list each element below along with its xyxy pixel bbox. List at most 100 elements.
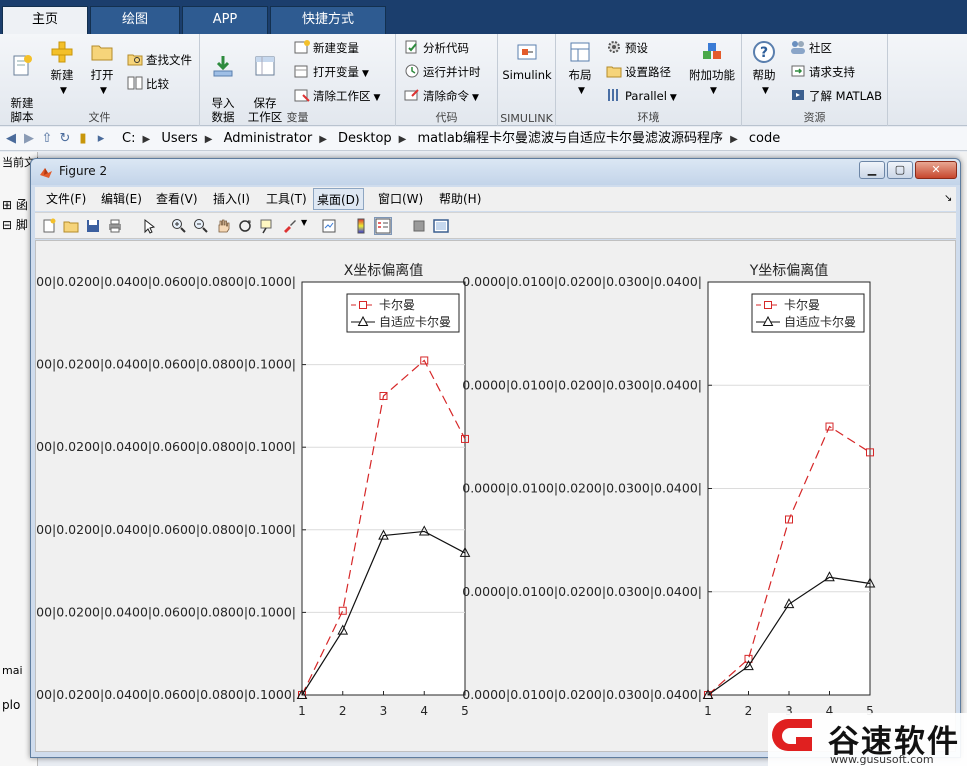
preferences-button[interactable]: 预设 — [606, 38, 648, 58]
open-variable-button[interactable]: 打开变量 ▼ — [294, 62, 369, 82]
figure-plot-area: 0.0000|0.0200|0.0400|0.0600|0.0800|0.100… — [8, 262, 876, 718]
maximize-button[interactable]: ▢ — [887, 161, 913, 179]
close-button[interactable]: ✕ — [915, 161, 957, 179]
ribbon: 新建 脚本 新建 ▼ 打开 ▼ 查找文件 比较 文件 导入 数据 保存 工作区 新建… — [0, 34, 967, 126]
chevron-right-icon: ▶ — [319, 134, 327, 145]
group-file: 新建 脚本 新建 ▼ 打开 ▼ 查找文件 比较 文件 — [0, 34, 200, 126]
menu-file[interactable]: 文件(F) — [43, 188, 89, 210]
pointer-icon[interactable] — [141, 218, 157, 234]
learn-matlab-button[interactable]: 了解 MATLAB — [790, 86, 882, 106]
simulink-label: Simulink — [502, 68, 552, 82]
editor-tab-main[interactable]: mai — [2, 664, 23, 677]
x-tick-label: 5 — [461, 704, 469, 718]
y-tick-label: 0.0000|0.0100|0.0200|0.0300|0.0400| — [462, 377, 702, 392]
community-button[interactable]: 社区 — [790, 38, 832, 58]
legend-icon[interactable] — [374, 217, 392, 235]
clear-workspace-label: 清除工作区 — [313, 89, 371, 103]
colorbar-icon[interactable] — [353, 218, 369, 234]
help-button[interactable]: ? 帮助 ▼ — [744, 40, 784, 98]
group-simulink-label: SIMULINK — [500, 112, 553, 125]
open-file-icon[interactable] — [63, 218, 79, 234]
rotate-3d-icon[interactable] — [237, 218, 253, 234]
folder-icon[interactable]: ▮ — [74, 127, 92, 151]
new-button[interactable]: 新建 ▼ — [42, 40, 82, 98]
learn-matlab-label: 了解 MATLAB — [809, 89, 883, 103]
add-ons-button[interactable]: 附加功能 ▼ — [686, 40, 738, 98]
new-figure-icon[interactable] — [41, 218, 57, 234]
brush-dropdown-icon[interactable]: ▼ — [301, 218, 317, 234]
pan-hand-icon[interactable] — [215, 218, 231, 234]
data-cursor-icon[interactable] — [259, 218, 275, 234]
compare-button[interactable]: 比较 — [127, 74, 169, 94]
clear-workspace-button[interactable]: 清除工作区 ▼ — [294, 86, 380, 106]
print-icon[interactable] — [107, 218, 123, 234]
tab-apps[interactable]: APP — [182, 6, 268, 34]
save-icon[interactable] — [85, 218, 101, 234]
group-environment-label: 环境 — [637, 111, 660, 124]
figure-titlebar[interactable]: Figure 2 ▁ ▢ ✕ — [31, 159, 960, 185]
folder-row-scripts[interactable]: ⊟ 脚 — [2, 216, 28, 233]
chevron-down-icon: ▼ — [472, 93, 479, 103]
crumb-drive[interactable]: C: — [122, 131, 135, 146]
run-and-time-label: 运行并计时 — [423, 65, 481, 79]
minimize-button[interactable]: ▁ — [859, 161, 885, 179]
tab-shortcuts[interactable]: 快捷方式 — [270, 6, 386, 34]
crumb-users[interactable]: Users — [161, 131, 197, 146]
parallel-button[interactable]: Parallel ▼ — [606, 86, 677, 106]
x-tick-label: 2 — [745, 704, 753, 718]
crumb-desktop[interactable]: Desktop — [338, 131, 392, 146]
set-path-icon — [606, 66, 622, 78]
browse-folder-icon[interactable]: ↻ — [56, 127, 74, 151]
clear-workspace-icon — [294, 89, 310, 102]
back-arrow-icon[interactable]: ◀ — [2, 127, 20, 151]
menu-insert[interactable]: 插入(I) — [210, 188, 253, 210]
request-support-button[interactable]: 请求支持 — [790, 62, 855, 82]
toolstrip-tabs: 主页 绘图 APP 快捷方式 — [0, 0, 967, 35]
find-files-label: 查找文件 — [146, 53, 192, 67]
zoom-out-icon[interactable] — [193, 218, 209, 234]
right-pane-edge — [960, 152, 967, 766]
menu-help[interactable]: 帮助(H) — [436, 188, 484, 210]
show-plot-tools-icon[interactable] — [433, 218, 449, 234]
zoom-in-icon[interactable] — [171, 218, 187, 234]
legend-entry: 卡尔曼 — [379, 297, 415, 312]
forward-arrow-icon[interactable]: ▶ — [20, 127, 38, 151]
crumb-code[interactable]: code — [749, 131, 780, 146]
clear-commands-button[interactable]: 清除命令 ▼ — [404, 86, 479, 106]
simulink-button[interactable]: Simulink — [500, 40, 554, 82]
find-files-button[interactable]: 查找文件 — [127, 50, 192, 70]
menu-view[interactable]: 查看(V) — [153, 188, 201, 210]
folder-row-functions[interactable]: ⊞ 函 — [2, 196, 28, 213]
brush-icon[interactable] — [281, 218, 297, 234]
simulink-icon — [517, 44, 537, 60]
menu-edit[interactable]: 编辑(E) — [98, 188, 145, 210]
request-support-label: 请求支持 — [809, 65, 855, 79]
tab-plots[interactable]: 绘图 — [90, 6, 180, 34]
tab-home[interactable]: 主页 — [2, 6, 88, 35]
hide-plot-tools-icon[interactable] — [411, 218, 427, 234]
open-variable-icon — [294, 65, 308, 78]
chevron-down-icon: ▼ — [762, 86, 769, 96]
layout-icon — [570, 42, 590, 62]
layout-button[interactable]: 布局 ▼ — [560, 40, 600, 98]
y-tick-label: 0.0000|0.0100|0.0200|0.0300|0.0400| — [462, 481, 702, 496]
support-icon — [791, 65, 805, 77]
menu-desktop[interactable]: 桌面(D) — [313, 188, 364, 210]
crumb-project-folder[interactable]: matlab编程卡尔曼滤波与自适应卡尔曼滤波源码程序 — [418, 131, 724, 146]
analyze-code-button[interactable]: 分析代码 — [404, 38, 469, 58]
open-button[interactable]: 打开 ▼ — [82, 40, 122, 98]
menu-tools[interactable]: 工具(T) — [263, 188, 310, 210]
add-ons-label: 附加功能 — [689, 68, 735, 82]
dock-arrow-icon[interactable]: ↘ — [941, 188, 955, 210]
set-path-button[interactable]: 设置路径 — [606, 62, 671, 82]
new-variable-button[interactable]: 新建变量 — [294, 38, 359, 58]
crumb-administrator[interactable]: Administrator — [224, 131, 313, 146]
group-file-label: 文件 — [88, 111, 111, 124]
menu-window[interactable]: 窗口(W) — [375, 188, 426, 210]
link-plot-icon[interactable] — [321, 218, 337, 234]
open-label: 打开 — [90, 68, 114, 82]
run-and-time-button[interactable]: 运行并计时 — [404, 62, 481, 82]
figure-window: Figure 2 ▁ ▢ ✕ 文件(F) 编辑(E) 查看(V) 插入(I) 工… — [8, 158, 961, 758]
chevron-right-icon: ▶ — [730, 134, 738, 145]
up-folder-icon[interactable]: ⇧ — [38, 127, 56, 151]
